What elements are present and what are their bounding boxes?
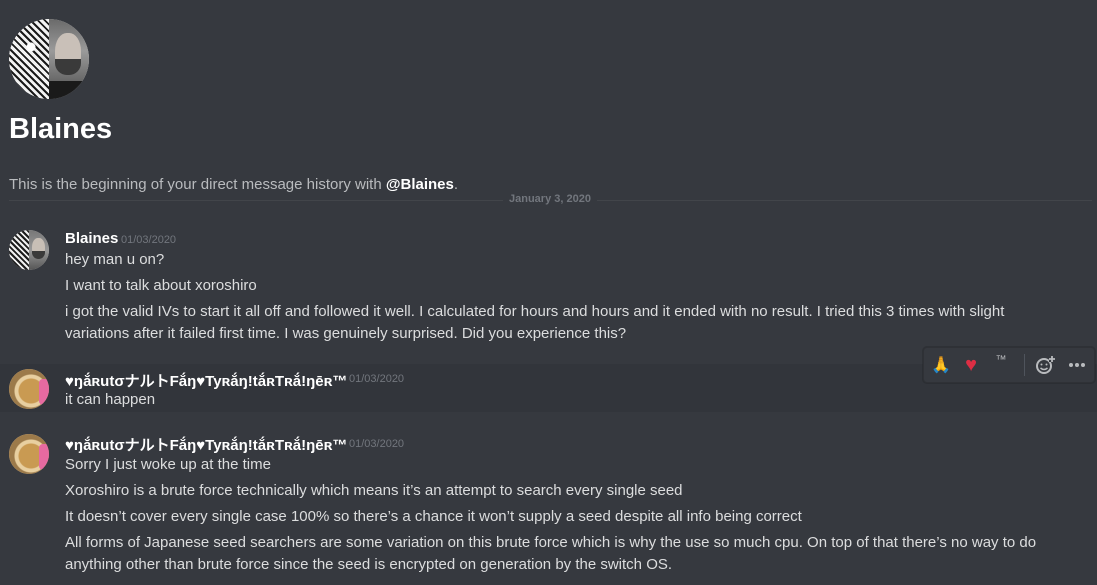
message-line: Sorry I just woke up at the time (65, 456, 271, 473)
message-line: hey man u on? (65, 251, 165, 268)
more-options-icon[interactable] (1064, 352, 1090, 378)
intro-prefix: This is the beginning of your direct mes… (9, 176, 386, 193)
message-line: Xoroshiro is a brute force technically w… (65, 482, 683, 499)
message-actions-toolbar: 🙏 ♥ ™ (923, 347, 1095, 383)
message-author[interactable]: Blaines (65, 230, 118, 247)
profile-avatar[interactable] (9, 19, 89, 99)
dm-intro-text: This is the beginning of your direct mes… (9, 176, 458, 193)
add-reaction-icon[interactable] (1032, 352, 1058, 378)
dm-channel: Blaines This is the beginning of your di… (0, 0, 1097, 585)
message-line: it can happen (65, 391, 156, 408)
message-group: ♥ŋắʀutσナルトFắŋ♥Tyʀắŋ!tắʀTʀắ!ŋēʀ™ 01/03/20… (0, 430, 1097, 585)
message-line: It doesn’t cover every single case 100% … (65, 508, 802, 525)
pray-reaction[interactable]: 🙏 (928, 352, 954, 378)
avatar[interactable] (9, 369, 49, 409)
message-group: Blaines 01/03/2020 hey man u on? I want … (0, 226, 1097, 350)
message-timestamp: 01/03/2020 (349, 373, 405, 385)
avatar[interactable] (9, 230, 49, 270)
message-timestamp: 01/03/2020 (349, 438, 405, 450)
message-line: i got the valid IVs to start it all off … (65, 303, 1005, 342)
message-author[interactable]: ♥ŋắʀutσナルトFắŋ♥Tyʀắŋ!tắʀTʀắ!ŋēʀ™ (65, 434, 347, 455)
toolbar-separator (1024, 354, 1025, 376)
dm-title: Blaines (9, 113, 113, 145)
dm-header: Blaines This is the beginning of your di… (9, 19, 1089, 193)
date-divider-label: January 3, 2020 (503, 193, 597, 205)
avatar[interactable] (9, 434, 49, 474)
message-timestamp: 01/03/2020 (121, 234, 177, 246)
message-line: I want to talk about xoroshiro (65, 277, 257, 294)
message-author[interactable]: ♥ŋắʀutσナルトFắŋ♥Tyʀắŋ!tắʀTʀắ!ŋēʀ™ (65, 370, 347, 391)
message-line: All forms of Japanese seed searchers are… (65, 534, 1037, 573)
intro-suffix: . (453, 176, 459, 193)
intro-handle[interactable]: @Blaines (386, 176, 454, 193)
heart-reaction[interactable]: ♥ (958, 352, 984, 378)
trademark-reaction[interactable]: ™ (988, 352, 1014, 380)
